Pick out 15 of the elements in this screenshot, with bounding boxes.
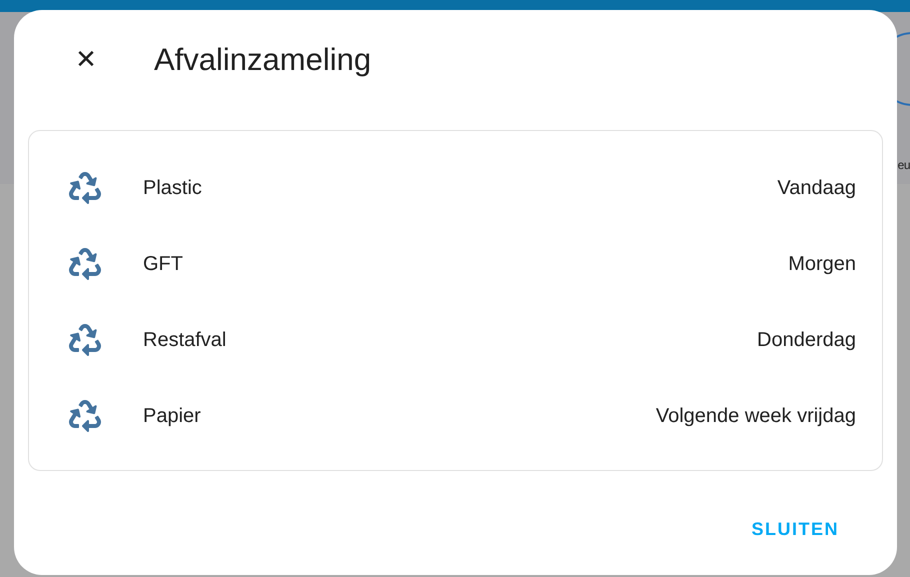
recycle-icon: [69, 172, 101, 204]
recycle-icon: [69, 324, 101, 356]
dialog-title: Afvalinzameling: [154, 42, 372, 78]
item-name: GFT: [143, 252, 184, 276]
item-value: Donderdag: [757, 328, 856, 352]
close-button[interactable]: ✕: [68, 45, 104, 75]
item-name: Plastic: [143, 176, 203, 200]
background-label: eu: [898, 158, 910, 172]
recycle-icon: [69, 248, 101, 280]
recycle-icon: [69, 400, 101, 432]
item-value: Vandaag: [777, 176, 856, 200]
item-name: Restafval: [143, 328, 228, 352]
item-name: Papier: [143, 404, 202, 428]
item-value: Morgen: [788, 252, 856, 276]
item-value: Volgende week vrijdag: [656, 404, 856, 428]
